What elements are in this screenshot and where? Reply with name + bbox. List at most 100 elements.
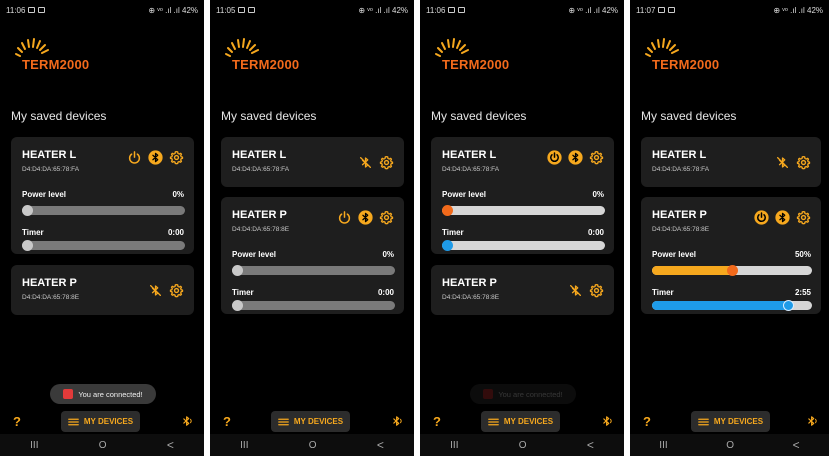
- power-level-slider[interactable]: [232, 265, 395, 276]
- slider-thumb[interactable]: [727, 265, 738, 276]
- timer-label: Timer: [652, 288, 674, 297]
- power-level-slider[interactable]: [652, 265, 812, 276]
- recents-button[interactable]: III: [450, 440, 458, 451]
- system-nav-bar: III O <: [630, 434, 829, 456]
- gear-icon[interactable]: [589, 150, 604, 165]
- bluetooth-icon[interactable]: [600, 414, 614, 433]
- notification-icon: [28, 7, 36, 13]
- device-card-heater-p[interactable]: HEATER P D4:D4:DA:65:78:8E Power level 0…: [221, 197, 404, 314]
- my-devices-button[interactable]: MY DEVICES: [271, 411, 350, 432]
- home-button[interactable]: O: [519, 440, 527, 451]
- bluetooth-disabled-icon[interactable]: [148, 283, 163, 298]
- home-button[interactable]: O: [99, 440, 107, 451]
- timer-slider[interactable]: [442, 240, 605, 251]
- list-icon: [698, 418, 709, 426]
- status-indicators: ⊕ ᵛᵒ .ıl .ıl 42%: [148, 5, 198, 15]
- bluetooth-icon[interactable]: [390, 414, 404, 433]
- section-title: My saved devices: [221, 109, 317, 123]
- power-level-fill: [652, 266, 732, 275]
- home-button[interactable]: O: [309, 440, 317, 451]
- phone-screen-1: 11:06 ⊕ ᵛᵒ .ıl .ıl 42% TERM2000 My saved…: [0, 0, 204, 456]
- bluetooth-icon[interactable]: [180, 414, 194, 433]
- power-level-value: 0%: [172, 190, 184, 199]
- device-card-heater-l[interactable]: HEATER L D4:D4:DA:65:78:FA Power level 0…: [431, 137, 614, 254]
- system-nav-bar: III O <: [0, 434, 204, 456]
- power-icon[interactable]: [127, 150, 142, 165]
- back-button[interactable]: <: [377, 438, 384, 452]
- recents-button[interactable]: III: [30, 440, 38, 451]
- gear-icon[interactable]: [379, 210, 394, 225]
- slider-thumb[interactable]: [22, 205, 33, 216]
- device-card-heater-l[interactable]: HEATER L D4:D4:DA:65:78:FA Power level 0…: [11, 137, 194, 254]
- power-on-icon[interactable]: [754, 210, 769, 225]
- slider-thumb[interactable]: [442, 205, 453, 216]
- term2000-logo: TERM2000: [644, 36, 734, 76]
- power-on-icon[interactable]: [547, 150, 562, 165]
- status-time: 11:07: [636, 5, 656, 15]
- slider-thumb[interactable]: [783, 300, 794, 311]
- system-nav-bar: III O <: [420, 434, 624, 456]
- device-name: HEATER P: [232, 209, 287, 221]
- timer-label: Timer: [442, 228, 464, 237]
- power-level-slider[interactable]: [442, 205, 605, 216]
- device-card-heater-l[interactable]: HEATER L D4:D4:DA:65:78:FA: [641, 137, 821, 187]
- my-devices-button[interactable]: MY DEVICES: [691, 411, 770, 432]
- back-button[interactable]: <: [587, 438, 594, 452]
- device-card-heater-p[interactable]: HEATER P D4:D4:DA:65:78:8E: [431, 265, 614, 315]
- slider-thumb[interactable]: [22, 240, 33, 251]
- gear-icon[interactable]: [589, 283, 604, 298]
- bluetooth-connected-icon[interactable]: [358, 210, 373, 225]
- toast-message: You are connected!: [50, 384, 156, 404]
- slider-thumb[interactable]: [442, 240, 453, 251]
- bluetooth-connected-icon[interactable]: [775, 210, 790, 225]
- gear-icon[interactable]: [379, 155, 394, 170]
- gear-icon[interactable]: [796, 155, 811, 170]
- power-icon[interactable]: [337, 210, 352, 225]
- device-card-heater-p[interactable]: HEATER P D4:D4:DA:65:78:8E Power level 5…: [641, 197, 821, 314]
- app-icon: [63, 389, 74, 399]
- back-button[interactable]: <: [167, 438, 174, 452]
- bluetooth-icon[interactable]: [805, 414, 819, 433]
- status-time: 11:06: [426, 5, 446, 15]
- slider-thumb[interactable]: [232, 265, 243, 276]
- timer-slider[interactable]: [652, 300, 812, 311]
- help-button[interactable]: ?: [13, 414, 21, 429]
- power-level-slider[interactable]: [22, 205, 185, 216]
- back-button[interactable]: <: [793, 438, 800, 452]
- bluetooth-connected-icon[interactable]: [568, 150, 583, 165]
- timer-label: Timer: [232, 288, 254, 297]
- brand-name: TERM2000: [652, 57, 720, 72]
- my-devices-button[interactable]: MY DEVICES: [61, 411, 140, 432]
- gear-icon[interactable]: [169, 283, 184, 298]
- help-button[interactable]: ?: [643, 414, 651, 429]
- my-devices-button[interactable]: MY DEVICES: [481, 411, 560, 432]
- bluetooth-disabled-icon[interactable]: [568, 283, 583, 298]
- notification-icon: [448, 7, 456, 13]
- bluetooth-disabled-icon[interactable]: [775, 155, 790, 170]
- recents-button[interactable]: III: [240, 440, 248, 451]
- bluetooth-connected-icon[interactable]: [148, 150, 163, 165]
- my-devices-label: MY DEVICES: [713, 417, 764, 426]
- home-button[interactable]: O: [726, 440, 734, 451]
- list-icon: [68, 418, 79, 426]
- timer-slider[interactable]: [232, 300, 395, 311]
- recents-button[interactable]: III: [659, 440, 667, 451]
- timer-slider[interactable]: [22, 240, 185, 251]
- device-card-heater-p[interactable]: HEATER P D4:D4:DA:65:78:8E: [11, 265, 194, 315]
- gear-icon[interactable]: [796, 210, 811, 225]
- list-icon: [488, 418, 499, 426]
- status-time: 11:05: [216, 5, 236, 15]
- device-name: HEATER L: [22, 149, 77, 161]
- device-name: HEATER P: [22, 277, 77, 289]
- slider-thumb[interactable]: [232, 300, 243, 311]
- power-level-label: Power level: [22, 190, 67, 199]
- power-level-label: Power level: [442, 190, 487, 199]
- timer-value: 0:00: [587, 228, 604, 237]
- toast-text: You are connected!: [78, 389, 143, 399]
- help-button[interactable]: ?: [433, 414, 441, 429]
- timer-label: Timer: [22, 228, 44, 237]
- help-button[interactable]: ?: [223, 414, 231, 429]
- device-card-heater-l[interactable]: HEATER L D4:D4:DA:65:78:FA: [221, 137, 404, 187]
- bluetooth-disabled-icon[interactable]: [358, 155, 373, 170]
- gear-icon[interactable]: [169, 150, 184, 165]
